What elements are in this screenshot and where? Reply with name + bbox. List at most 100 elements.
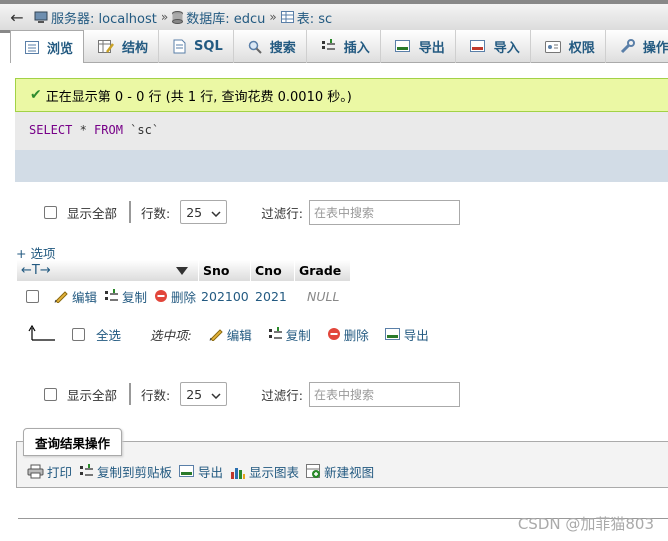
bar-chart-icon (230, 465, 246, 479)
bulk-delete-label: 删除 (343, 327, 369, 343)
tab-import[interactable]: 导入 (456, 30, 531, 63)
breadcrumb-server-label: 服务器: localhost (51, 11, 157, 27)
rows-select-value: 25 (186, 204, 203, 220)
tab-import-label: 导入 (493, 41, 520, 56)
tab-bar: 浏览 结构 SQL 搜索 插入 导出 导入 权限 操作 (10, 30, 668, 63)
watermark: CSDN @加菲猫803 (517, 515, 654, 533)
bulk-copy-button[interactable]: 复制 (268, 325, 311, 344)
database-icon (172, 10, 184, 24)
browse-icon (25, 40, 39, 54)
export-icon (179, 465, 195, 478)
table-header: ←T→ Sno Cno Grade (16, 260, 350, 281)
cell-grade[interactable]: NULL (307, 289, 339, 304)
row-checkbox[interactable] (26, 289, 39, 303)
filter-input[interactable]: 在表中搜索 (308, 381, 460, 407)
row-delete-button[interactable]: 删除 (154, 287, 196, 306)
bulk-actions: 全选 选中项: 编辑 复制 删除 导出 (28, 322, 445, 346)
check-icon: ✔ (30, 87, 42, 103)
tab-operations[interactable]: 操作 (606, 30, 668, 63)
bulk-delete-button[interactable]: 删除 (327, 325, 369, 344)
breadcrumb: ← 服务器: localhost » 数据库: edcu » 表: sc (0, 4, 668, 30)
back-arrow-icon[interactable]: ← (0, 8, 34, 27)
tab-export[interactable]: 导出 (381, 30, 456, 63)
sql-keyword-select: SELECT (29, 123, 73, 137)
column-header-grade[interactable]: Grade (294, 260, 350, 281)
divider (129, 201, 132, 223)
table-icon (280, 11, 294, 23)
bulk-edit-label: 编辑 (226, 327, 252, 343)
sql-keyword-from: FROM (94, 123, 123, 137)
chevron-down-icon (211, 387, 221, 402)
column-header-sno[interactable]: Sno (198, 260, 250, 281)
divider (129, 383, 132, 405)
row-edit-button[interactable]: 编辑 (54, 287, 97, 306)
filter-label: 过滤行: (261, 205, 303, 221)
export-button[interactable]: 导出 (179, 462, 223, 481)
rows-select[interactable]: 25 (180, 200, 228, 224)
tab-browse-label: 浏览 (47, 41, 74, 57)
row-edit-label: 编辑 (72, 289, 98, 305)
wrench-icon (620, 39, 635, 54)
tab-sql-label: SQL (194, 39, 223, 54)
breadcrumb-database[interactable]: 数据库: edcu (172, 8, 265, 27)
sql-star: * (72, 123, 95, 137)
create-view-button[interactable]: 新建视图 (306, 462, 374, 481)
copy-clipboard-button[interactable]: 复制到剪贴板 (79, 462, 172, 481)
sort-arrows[interactable]: ←T→ (16, 260, 172, 281)
cell-sno[interactable]: 202100 (201, 289, 255, 304)
pencil-icon (209, 327, 224, 341)
filter-label: 过滤行: (261, 387, 303, 403)
show-chart-button[interactable]: 显示图表 (230, 462, 299, 481)
breadcrumb-table[interactable]: 表: sc (280, 8, 333, 27)
tab-sql[interactable]: SQL (159, 30, 234, 63)
tab-browse[interactable]: 浏览 (10, 30, 85, 63)
row-copy-button[interactable]: 复制 (104, 287, 147, 306)
tab-insert-label: 插入 (343, 41, 370, 56)
sql-table-name: `sc` (122, 123, 160, 137)
query-results-operations-title: 查询结果操作 (23, 428, 123, 456)
tab-insert[interactable]: 插入 (307, 30, 381, 63)
breadcrumb-separator: » (160, 10, 169, 24)
delete-icon (327, 327, 341, 341)
show-all-label: 显示全部 (67, 387, 118, 403)
bulk-export-label: 导出 (403, 327, 429, 343)
column-header-cno[interactable]: Cno (250, 260, 294, 281)
print-button[interactable]: 打印 (27, 462, 72, 481)
privileges-icon (544, 40, 561, 53)
select-all-label[interactable]: 全选 (96, 325, 121, 344)
sql-query-footer (15, 150, 668, 182)
delete-icon (154, 289, 168, 303)
show-all-checkbox[interactable] (44, 387, 57, 401)
server-icon (34, 11, 48, 24)
bulk-edit-button[interactable]: 编辑 (209, 325, 252, 344)
row-copy-label: 复制 (122, 289, 148, 305)
cell-cno[interactable]: 2021 (255, 289, 307, 304)
tab-structure[interactable]: 结构 (84, 30, 160, 63)
bulk-export-button[interactable]: 导出 (384, 325, 429, 344)
select-all-checkbox[interactable] (72, 327, 85, 341)
tab-search-label: 搜索 (269, 41, 296, 56)
export-icon (394, 40, 411, 53)
rows-select[interactable]: 25 (180, 382, 228, 406)
breadcrumb-table-label: 表: sc (296, 11, 333, 27)
export-label: 导出 (198, 465, 224, 480)
insert-icon (321, 39, 336, 54)
filter-input[interactable]: 在表中搜索 (308, 199, 460, 225)
show-all-checkbox[interactable] (44, 205, 57, 219)
tab-privileges[interactable]: 权限 (531, 30, 606, 63)
tab-export-label: 导出 (418, 41, 445, 56)
breadcrumb-separator: » (269, 10, 277, 24)
copy-icon (79, 464, 94, 479)
show-all-label: 显示全部 (67, 205, 118, 221)
bulk-copy-label: 复制 (285, 327, 311, 343)
import-icon (469, 40, 486, 53)
tab-search[interactable]: 搜索 (234, 30, 307, 63)
breadcrumb-server[interactable]: 服务器: localhost (34, 8, 157, 27)
chevron-down-icon (211, 205, 221, 220)
nav-row-bottom: 显示全部 行数: 25 过滤行: 在表中搜索 (44, 381, 544, 407)
search-icon (248, 40, 262, 54)
column-options-icon[interactable] (172, 260, 198, 281)
tab-structure-label: 结构 (122, 41, 149, 56)
print-label: 打印 (47, 465, 73, 480)
query-results-actions: 打印 复制到剪贴板 导出 显示图表 新建视图 (27, 462, 381, 481)
